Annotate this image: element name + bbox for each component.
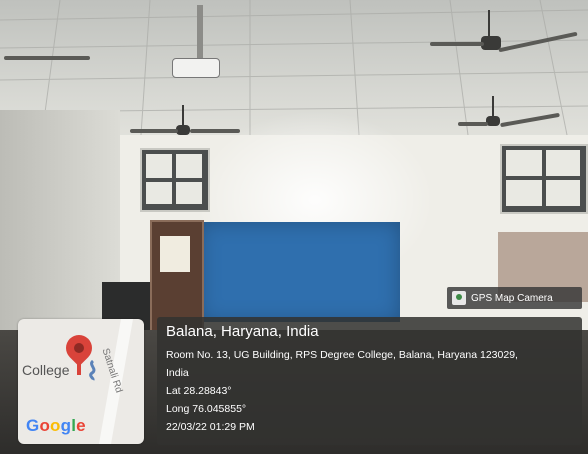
- window-right: [500, 144, 588, 214]
- address-line-2: India: [166, 367, 189, 379]
- route-icon: [89, 359, 96, 381]
- door-sign: [160, 236, 190, 272]
- google-logo-letter: o: [50, 416, 61, 435]
- map-thumbnail: Satnali Rd College Google: [18, 319, 144, 444]
- address-line-1: Room No. 13, UG Building, RPS Degree Col…: [166, 349, 518, 361]
- location-info-panel: Balana, Haryana, India Room No. 13, UG B…: [157, 317, 582, 445]
- location-title: Balana, Haryana, India: [166, 323, 319, 340]
- window-left: [140, 148, 210, 212]
- datetime: 22/03/22 01:29 PM: [166, 421, 255, 433]
- gps-badge-label: GPS Map Camera: [471, 292, 553, 304]
- longitude: Long 76.045855°: [166, 403, 247, 415]
- projector: [172, 58, 220, 78]
- projector-mount: [197, 5, 203, 60]
- google-logo-letter: e: [76, 416, 86, 435]
- map-place-label: College: [22, 362, 70, 378]
- gps-map-camera-badge: GPS Map Camera: [447, 287, 582, 309]
- google-logo-letter: o: [39, 416, 51, 435]
- google-logo: Google: [26, 416, 86, 436]
- latitude: Lat 28.28843°: [166, 385, 232, 397]
- blue-board: [200, 222, 400, 322]
- photo-scene: GPS Map Camera Satnali Rd College Google…: [0, 0, 588, 454]
- google-logo-letter: g: [60, 416, 72, 435]
- google-logo-letter: G: [26, 416, 40, 435]
- gps-map-camera-icon: [452, 291, 466, 305]
